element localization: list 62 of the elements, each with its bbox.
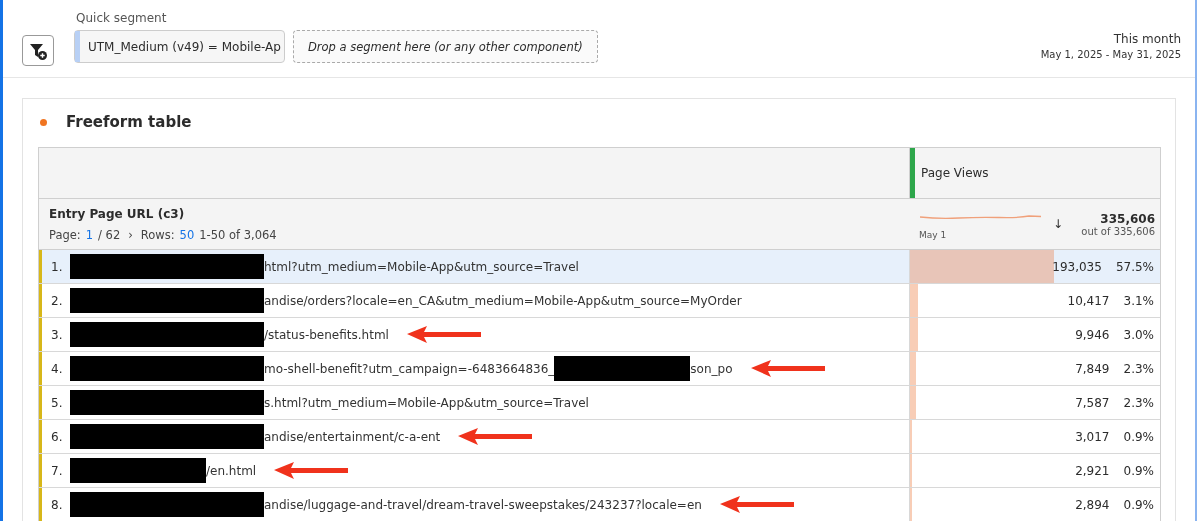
metric-total: 335,606 [1100,211,1155,226]
url-text: s.html?utm_medium=Mobile-App&utm_source=Travel [264,395,589,410]
table-row[interactable]: 3. /status-benefits.html 9,946 3.0% [39,318,1160,352]
metric-percent: 0.9% [1123,463,1154,478]
metric-percent: 2.3% [1123,395,1154,410]
url-text: son_po [690,361,733,376]
metric-value: 2,921 [1075,463,1110,478]
add-segment-button[interactable] [22,35,54,66]
quick-segment-label: Quick segment [76,11,168,25]
url-text: /status-benefits.html [264,327,389,342]
row-range: 1-50 of 3,064 [199,228,277,242]
url-text: andise/luggage-and-travel/dream-travel-sweepstakes/243237?locale=en [264,497,702,512]
metric-percent: 2.3% [1123,361,1154,376]
row-number: 4. [51,361,64,376]
table-row[interactable]: 4. mo-shell-benefit?utm_campaign=-6483664836_ son_po 7,849 2.3% [39,352,1160,386]
metric-value: 7,849 [1075,361,1110,376]
segment-drop-zone[interactable]: Drop a segment here (or any other component) [292,30,598,63]
rows-label: Rows: [140,228,175,242]
metric-value: 10,417 [1067,293,1110,308]
column-handle-icon[interactable] [910,148,915,198]
metric-value: 2,894 [1075,497,1110,512]
metric-value: 9,946 [1075,327,1110,342]
metric-value: 3,017 [1075,429,1110,444]
table-row[interactable]: 1. html?utm_medium=Mobile-App&utm_source=Travel 193,035 57.5% [39,250,1160,284]
url-text: mo-shell-benefit?utm_campaign=-6483664836_ [264,361,555,376]
metric-percent: 0.9% [1123,497,1154,512]
row-number: 6. [51,429,64,444]
status-dot-icon [40,118,47,126]
row-number: 3. [51,327,64,342]
table-row[interactable]: 6. andise/entertainment/c-a-ent 3,017 0.9% [39,420,1160,454]
panel-title: Freeform table [66,113,192,131]
row-number: 7. [51,463,64,478]
url-text: /en.html [206,463,257,478]
date-range: May 1, 2025 - May 31, 2025 [1040,49,1181,60]
url-text: andise/entertainment/c-a-ent [264,429,441,444]
table-row[interactable]: 5. s.html?utm_medium=Mobile-App&utm_source=Travel 7,587 2.3% [39,386,1160,420]
metric-total-of: out of 335,606 [1081,225,1155,237]
segment-chip[interactable]: UTM_Medium (v49) = Mobile-Ap [74,30,285,63]
sparkline-date: May 1 [919,229,948,240]
metric-percent: 0.9% [1123,429,1154,444]
row-number: 2. [51,293,64,308]
url-text: html?utm_medium=Mobile-App&utm_source=Travel [264,259,579,274]
row-number: 1. [51,259,64,274]
metric-percent: 57.5% [1115,259,1154,274]
metric-value: 193,035 [1052,259,1102,274]
table-row[interactable]: 7. /en.html 2,921 0.9% [39,454,1160,488]
metric-header[interactable]: Page Views [921,166,989,180]
page-count: / 62 [98,228,121,242]
page-label: Page: [49,228,81,242]
row-number: 5. [51,395,64,410]
dimension-header: Entry Page URL (c3) [49,207,186,221]
metric-percent: 3.1% [1123,293,1154,308]
page-number-link[interactable]: 1 [85,228,94,242]
sort-arrow[interactable]: ↓ [1053,217,1064,231]
date-preset[interactable]: This month [1113,32,1181,46]
next-page-link[interactable]: › [128,228,133,242]
metric-percent: 3.0% [1123,327,1154,342]
table-row[interactable]: 2. andise/orders?locale=en_CA&utm_medium=Mobile-App&utm_source=MyOrder 10,417 3.1% [39,284,1160,318]
row-number: 8. [51,497,64,512]
rows-per-page-link[interactable]: 50 [179,228,195,242]
metric-value: 7,587 [1075,395,1110,410]
url-text: andise/orders?locale=en_CA&utm_medium=Mobile-App&utm_source=MyOrder [264,293,742,308]
